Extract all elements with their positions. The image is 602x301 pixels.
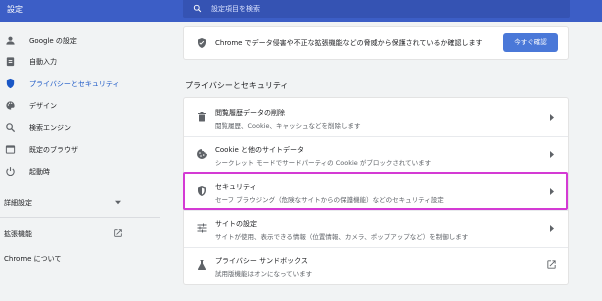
row-description: シークレット モードでサードパーティの Cookie がブロックされています xyxy=(215,159,432,167)
sidebar-item-on-startup[interactable]: 起動時 xyxy=(0,162,160,182)
search-icon xyxy=(193,4,202,13)
row-title: Cookie と他のサイトデータ xyxy=(215,146,304,154)
sidebar: Google の設定 自動入力 プライバシーとセキュリティ デザイン 検索エンジ… xyxy=(0,22,160,301)
external-link-icon xyxy=(547,260,556,269)
cookie-icon xyxy=(197,149,207,159)
chevron-down-icon xyxy=(115,200,121,205)
row-title: サイトの設定 xyxy=(215,220,257,228)
row-description: 試用版機能はオンになっています xyxy=(215,270,313,278)
flask-icon xyxy=(197,260,207,270)
page-title: 設定 xyxy=(7,5,23,14)
sliders-icon xyxy=(197,223,207,233)
sidebar-item-label: デザイン xyxy=(29,102,57,110)
safety-check-card: Chrome でデータ侵害や不正な拡張機能などの脅威から保護されているか確認しま… xyxy=(184,27,568,59)
row-privacy-sandbox[interactable]: プライバシー サンドボックス 試用版機能はオンになっています xyxy=(184,247,568,284)
sidebar-item-label: 起動時 xyxy=(29,168,50,176)
check-now-button[interactable]: 今すぐ確認 xyxy=(503,33,558,52)
sidebar-item-about-chrome[interactable]: Chrome について xyxy=(0,252,160,266)
top-bar: 設定 設定項目を検索 xyxy=(0,0,602,22)
arrow-right-icon xyxy=(550,151,554,158)
sidebar-item-autofill[interactable]: 自動入力 xyxy=(0,52,160,72)
shield-icon xyxy=(6,78,15,89)
search-icon xyxy=(6,123,16,133)
arrow-right-icon xyxy=(550,114,554,121)
sidebar-item-google-settings[interactable]: Google の設定 xyxy=(0,31,160,51)
search-input[interactable]: 設定項目を検索 xyxy=(183,0,570,18)
palette-icon xyxy=(6,101,15,110)
advanced-settings-toggle[interactable]: 詳細設定 xyxy=(0,196,160,210)
search-placeholder: 設定項目を検索 xyxy=(211,5,260,13)
sidebar-item-default-browser[interactable]: 既定のブラウザ xyxy=(0,140,160,160)
shield-icon xyxy=(198,38,206,48)
sidebar-item-label: 検索エンジン xyxy=(29,124,71,132)
sidebar-item-label: 既定のブラウザ xyxy=(29,146,78,154)
row-description: 閲覧履歴、Cookie、キャッシュなどを削除します xyxy=(215,122,361,130)
external-link-icon xyxy=(114,229,122,237)
sidebar-item-extensions[interactable]: 拡張機能 xyxy=(0,227,160,241)
row-title: プライバシー サンドボックス xyxy=(215,257,308,265)
extensions-label: 拡張機能 xyxy=(4,230,32,238)
browser-icon xyxy=(5,145,16,154)
about-chrome-label: Chrome について xyxy=(4,255,62,263)
section-title-privacy: プライバシーとセキュリティ xyxy=(185,81,289,90)
safety-check-text: Chrome でデータ侵害や不正な拡張機能などの脅威から保護されているか確認しま… xyxy=(215,39,483,47)
row-cookies[interactable]: Cookie と他のサイトデータ シークレット モードでサードパーティの Coo… xyxy=(184,136,568,173)
row-clear-browsing-data[interactable]: 閲覧履歴データの削除 閲覧履歴、Cookie、キャッシュなどを削除します xyxy=(184,99,568,136)
sidebar-divider xyxy=(0,217,160,218)
arrow-right-icon xyxy=(550,225,554,232)
person-icon xyxy=(6,36,15,45)
row-site-settings[interactable]: サイトの設定 サイトが使用、表示できる情報（位置情報、カメラ、ポップアップなど）… xyxy=(184,210,568,247)
row-title: 閲覧履歴データの削除 xyxy=(215,109,285,117)
sidebar-item-label: プライバシーとセキュリティ xyxy=(29,80,120,88)
sidebar-item-label: 自動入力 xyxy=(29,58,57,66)
sidebar-item-search-engine[interactable]: 検索エンジン xyxy=(0,118,160,138)
highlight-box xyxy=(183,172,568,210)
sidebar-item-label: Google の設定 xyxy=(29,37,77,45)
row-description: サイトが使用、表示できる情報（位置情報、カメラ、ポップアップなど）を制御します xyxy=(215,233,469,241)
power-icon xyxy=(6,167,15,177)
sidebar-item-appearance[interactable]: デザイン xyxy=(0,96,160,116)
sidebar-item-privacy[interactable]: プライバシーとセキュリティ xyxy=(0,74,160,94)
clipboard-icon xyxy=(6,57,15,67)
trash-icon xyxy=(198,112,206,122)
advanced-settings-label: 詳細設定 xyxy=(4,199,32,207)
